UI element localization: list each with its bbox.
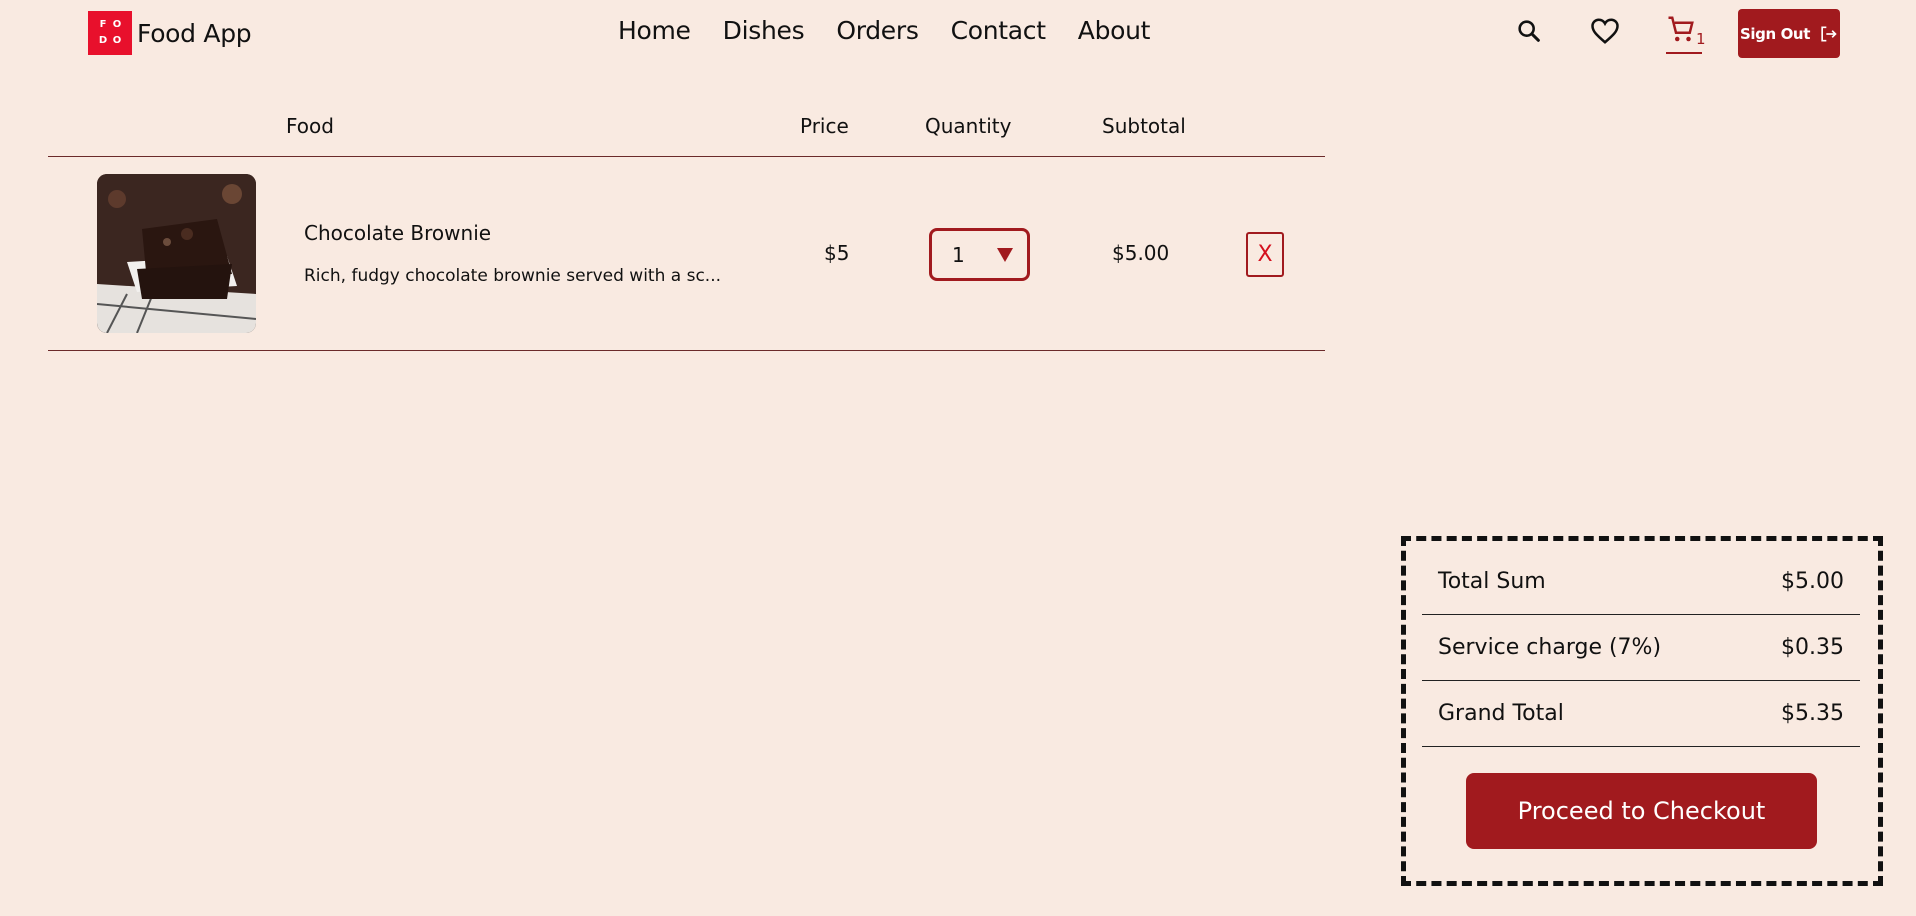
heart-icon[interactable] xyxy=(1588,14,1622,48)
cart-icon xyxy=(1668,16,1694,42)
logo-letter: O xyxy=(112,35,122,46)
logo[interactable]: F O D O Food App xyxy=(88,11,252,55)
quantity-select[interactable]: 1 xyxy=(929,228,1030,281)
main-nav: Home Dishes Orders Contact About xyxy=(618,16,1150,45)
divider xyxy=(48,350,1325,351)
summary-label: Total Sum xyxy=(1438,569,1546,594)
food-description: Rich, fudgy chocolate brownie served wit… xyxy=(304,266,722,286)
summary-label: Service charge (7%) xyxy=(1438,635,1662,660)
nav-dishes[interactable]: Dishes xyxy=(723,16,805,45)
summary-value: $5.00 xyxy=(1781,569,1844,594)
quantity-value: 1 xyxy=(952,242,965,267)
top-header: F O D O Food App Home Dishes Orders Cont… xyxy=(0,0,1916,68)
logout-icon xyxy=(1821,26,1837,41)
divider xyxy=(48,156,1325,157)
summary-value: $0.35 xyxy=(1781,635,1844,660)
column-header-price: Price xyxy=(800,114,849,138)
logo-mark: F O D O xyxy=(88,11,132,55)
food-image xyxy=(97,174,256,333)
summary-row-service-charge: Service charge (7%) $0.35 xyxy=(1422,615,1860,681)
sign-out-button[interactable]: Sign Out xyxy=(1738,9,1840,58)
cart-count-badge: 1 xyxy=(1696,30,1706,48)
proceed-to-checkout-button[interactable]: Proceed to Checkout xyxy=(1466,773,1817,849)
summary-row-total-sum: Total Sum $5.00 xyxy=(1422,549,1860,615)
summary-value: $5.35 xyxy=(1781,701,1844,726)
logo-letter: O xyxy=(112,19,122,30)
nav-about[interactable]: About xyxy=(1078,16,1151,45)
dropdown-arrow-icon xyxy=(997,247,1013,262)
cart-button[interactable]: 1 xyxy=(1664,12,1706,54)
active-underline xyxy=(1666,52,1702,54)
nav-orders[interactable]: Orders xyxy=(836,16,919,45)
row-subtotal: $5.00 xyxy=(1112,241,1170,265)
summary-label: Grand Total xyxy=(1438,701,1564,726)
food-price: $5 xyxy=(824,241,850,265)
column-header-quantity: Quantity xyxy=(925,114,1012,138)
remove-item-button[interactable]: X xyxy=(1246,232,1284,277)
food-name: Chocolate Brownie xyxy=(304,221,492,245)
column-header-subtotal: Subtotal xyxy=(1102,114,1186,138)
nav-contact[interactable]: Contact xyxy=(951,16,1046,45)
search-icon[interactable] xyxy=(1512,14,1546,48)
summary-row-grand-total: Grand Total $5.35 xyxy=(1422,681,1860,747)
cart-page: F O D O Food App Home Dishes Orders Cont… xyxy=(0,0,1916,916)
app-name: Food App xyxy=(137,18,252,48)
column-header-food: Food xyxy=(286,114,334,138)
order-summary: Total Sum $5.00 Service charge (7%) $0.3… xyxy=(1401,536,1883,886)
nav-home[interactable]: Home xyxy=(618,16,691,45)
sign-out-label: Sign Out xyxy=(1740,24,1810,43)
logo-letter: D xyxy=(98,35,108,46)
logo-letter: F xyxy=(99,19,107,30)
